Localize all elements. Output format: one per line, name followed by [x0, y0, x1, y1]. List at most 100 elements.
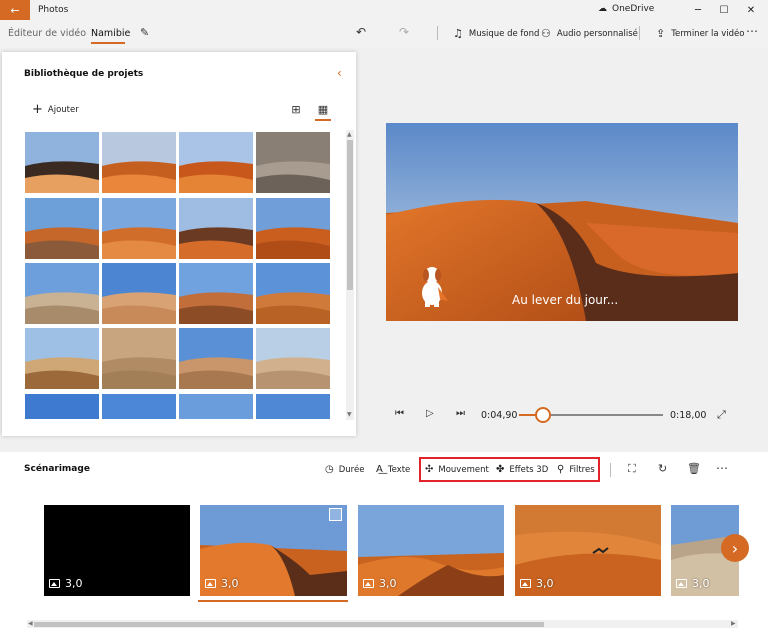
add-media-button[interactable]: + Ajouter — [32, 102, 79, 117]
undo-icon[interactable]: ↶ — [356, 25, 366, 39]
thumbnail-image — [179, 198, 253, 259]
close-button[interactable]: ✕ — [741, 3, 761, 17]
scroll-up-icon[interactable]: ▲ — [347, 131, 352, 138]
thumbnail-image — [25, 132, 99, 193]
image-icon — [676, 579, 687, 588]
storyboard-next-button[interactable]: › — [721, 534, 749, 562]
library-thumbnail-cracked-earth[interactable] — [256, 132, 330, 193]
library-thumbnail-sky-dune-3[interactable] — [179, 394, 253, 419]
library-thumbnail-dune-valley[interactable] — [179, 263, 253, 324]
image-icon — [49, 579, 60, 588]
frame-duration: 3,0 — [65, 577, 83, 590]
thumbnail-image — [256, 328, 330, 389]
text-label: Texte — [387, 464, 411, 475]
duration-label: Durée — [338, 464, 365, 475]
library-thumbnail-dunes-trees[interactable] — [25, 198, 99, 259]
frame-duration: 3,0 — [221, 577, 239, 590]
thumbnail-image — [179, 394, 253, 419]
custom-audio-button[interactable]: ⚇ Audio personnalisé — [541, 27, 638, 40]
breadcrumb-parent[interactable]: Éditeur de vidéo — [8, 28, 86, 39]
image-icon — [363, 579, 374, 588]
storyboard-more-icon[interactable]: ⋯ — [716, 461, 728, 475]
library-thumbnail-desert-plain[interactable] — [25, 263, 99, 324]
thumbnail-image — [102, 132, 176, 193]
library-title: Bibliothèque de projets — [24, 69, 144, 79]
library-thumbnail-flat-desert[interactable] — [256, 328, 330, 389]
library-thumbnail-dune-crest[interactable] — [256, 263, 330, 324]
thumbnail-image — [102, 328, 176, 389]
finish-video-button[interactable]: ⇪ Terminer la vidéo — [656, 27, 745, 40]
chevron-right-icon: › — [76, 27, 80, 38]
storyboard-frame-2[interactable]: 3,0 — [198, 503, 349, 598]
next-frame-icon[interactable]: ⏭ — [456, 408, 465, 419]
library-thumbnail-lone-tree[interactable] — [179, 328, 253, 389]
redo-icon[interactable]: ↷ — [399, 25, 409, 39]
library-thumbnail-dune-ridges[interactable] — [102, 198, 176, 259]
delete-icon[interactable]: 🗑 — [687, 462, 701, 475]
frame-duration-badge: 3,0 — [205, 577, 239, 590]
text-button[interactable]: A͟ Texte — [376, 464, 410, 475]
storyboard-frame-1[interactable]: 3,0 — [44, 505, 190, 596]
add-label: Ajouter — [47, 104, 79, 115]
storyboard-scroll-thumb[interactable] — [34, 622, 544, 627]
toolbar-divider — [610, 463, 611, 477]
toolbar-divider — [437, 26, 438, 40]
library-thumbnail-single-dune[interactable] — [102, 263, 176, 324]
thumbnail-image — [102, 263, 176, 324]
onedrive-status[interactable]: ☁ OneDrive — [598, 4, 654, 14]
thumbnail-image — [256, 198, 330, 259]
scroll-right-icon[interactable]: ▶ — [731, 620, 736, 627]
library-thumbnail-dune-curve[interactable] — [256, 198, 330, 259]
fullscreen-icon[interactable]: ⤢ — [717, 408, 726, 422]
frame-select-checkbox[interactable] — [329, 508, 342, 521]
breadcrumb-current: Namibie — [91, 28, 131, 39]
background-music-label: Musique de fond — [468, 28, 540, 39]
current-time: 0:04,90 — [481, 410, 518, 421]
background-music-button[interactable]: ♫ Musique de fond — [453, 27, 539, 40]
large-grid-view-icon[interactable]: ⊞ — [289, 102, 303, 116]
storyboard-title: Scénarimage — [24, 464, 90, 474]
rotate-icon[interactable]: ↻ — [658, 462, 667, 475]
storyboard-frame-3[interactable]: 3,0 — [358, 505, 504, 596]
library-thumbnail-sky-dune-1[interactable] — [25, 394, 99, 419]
more-options-icon[interactable]: ⋯ — [746, 24, 758, 38]
minimize-button[interactable]: ─ — [688, 3, 708, 17]
custom-audio-label: Audio personnalisé — [556, 28, 638, 39]
thumbnail-image — [102, 198, 176, 259]
dog-character-icon — [422, 267, 448, 307]
frame-duration-badge: 3,0 — [49, 577, 83, 590]
storyboard-frame-4[interactable]: 3,0 — [515, 505, 661, 596]
library-thumbnail-orange-dunes[interactable] — [102, 132, 176, 193]
back-button[interactable]: ← — [0, 0, 30, 20]
play-icon[interactable]: ▷ — [426, 408, 434, 419]
library-thumbnail-sky-dune-4[interactable] — [256, 394, 330, 419]
library-thumbnail-sunrise-dunes[interactable] — [25, 132, 99, 193]
scroll-down-icon[interactable]: ▼ — [347, 411, 352, 418]
plus-icon: + — [32, 102, 43, 117]
selected-frame-underline — [198, 600, 348, 602]
resize-icon[interactable]: ⛶ — [628, 462, 636, 476]
library-thumbnail-sky-dune-2[interactable] — [102, 394, 176, 419]
scroll-left-icon[interactable]: ◀ — [28, 620, 33, 627]
maximize-button[interactable]: ☐ — [714, 3, 734, 17]
small-grid-view-icon[interactable]: ▦ — [316, 102, 330, 116]
cloud-icon: ☁ — [598, 4, 607, 14]
timeline-track[interactable] — [543, 414, 663, 416]
thumbnail-image — [179, 328, 253, 389]
library-thumbnail-sand-path[interactable] — [25, 328, 99, 389]
collapse-chevron-icon[interactable]: ‹ — [337, 66, 342, 80]
library-thumbnail-red-dunes[interactable] — [179, 132, 253, 193]
clock-icon: ◷ — [325, 464, 334, 475]
thumbnail-image — [256, 394, 330, 419]
breadcrumb-underline — [91, 42, 125, 44]
duration-button[interactable]: ◷ Durée — [325, 464, 364, 475]
library-thumbnail-desert-ground[interactable] — [102, 328, 176, 389]
library-scroll-thumb[interactable] — [347, 140, 353, 290]
previous-frame-icon[interactable]: ⏮ — [395, 408, 404, 419]
thumbnail-image — [102, 394, 176, 419]
library-thumbnail-dunes-shadow[interactable] — [179, 198, 253, 259]
frame-duration-badge: 3,0 — [363, 577, 397, 590]
timeline-scrubber[interactable] — [535, 407, 551, 423]
rename-pencil-icon[interactable]: ✎ — [140, 26, 149, 39]
total-time: 0:18,00 — [670, 410, 707, 421]
